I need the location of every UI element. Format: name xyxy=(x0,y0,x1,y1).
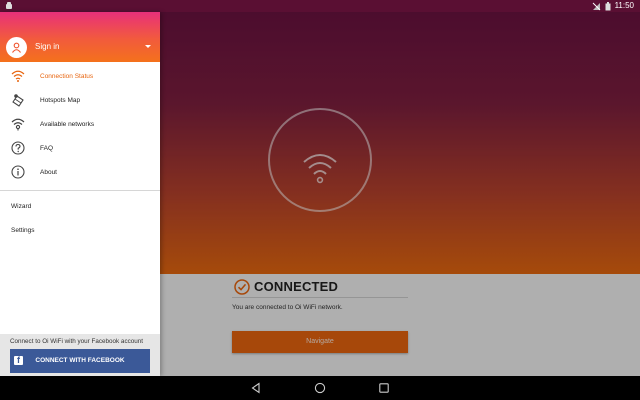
menu-item-label: About xyxy=(40,168,57,176)
caret-down-icon[interactable] xyxy=(145,45,151,48)
status-bar: 11:50 xyxy=(0,0,640,12)
menu-item-label: Hotspots Map xyxy=(40,96,81,104)
menu-item-hotspots-map[interactable]: Hotspots Map xyxy=(0,88,160,112)
map-icon xyxy=(12,94,24,107)
back-icon[interactable] xyxy=(250,382,262,394)
drawer-scrim[interactable] xyxy=(160,12,640,376)
drawer-menu: Connection Status Hotspots Map Available… xyxy=(0,64,160,184)
drawer-divider xyxy=(0,190,160,191)
menu-item-faq[interactable]: FAQ xyxy=(0,136,160,160)
sign-in-label[interactable]: Sign in xyxy=(35,42,59,51)
user-icon xyxy=(12,42,21,53)
menu-item-label: Wizard xyxy=(11,202,32,210)
navigation-drawer: Sign in Connection Status Hotspots Map A… xyxy=(0,12,160,376)
menu-item-wizard[interactable]: Wizard xyxy=(0,194,160,218)
help-icon xyxy=(11,141,25,155)
recents-icon[interactable] xyxy=(378,382,390,394)
menu-item-label: FAQ xyxy=(40,144,54,152)
menu-item-available-networks[interactable]: Available networks xyxy=(0,112,160,136)
wifi-icon xyxy=(11,70,25,82)
facebook-icon: f xyxy=(14,355,23,365)
drawer-secondary-menu: Wizard Settings xyxy=(0,194,160,242)
clock: 11:50 xyxy=(614,1,634,10)
android-notification-icon xyxy=(6,2,12,9)
menu-item-label: Connection Status xyxy=(40,72,94,80)
facebook-button-label: CONNECT WITH FACEBOOK xyxy=(35,357,125,364)
menu-item-label: Settings xyxy=(11,226,35,234)
home-icon[interactable] xyxy=(314,382,326,394)
system-navigation-bar xyxy=(0,376,640,400)
battery-icon xyxy=(605,1,611,10)
info-icon xyxy=(11,165,25,179)
menu-item-connection-status[interactable]: Connection Status xyxy=(0,64,160,88)
facebook-connect-area: Connect to Oi WiFi with your Facebook ac… xyxy=(0,334,160,376)
menu-item-settings[interactable]: Settings xyxy=(0,218,160,242)
avatar xyxy=(6,37,27,58)
menu-item-label: Available networks xyxy=(40,120,95,128)
wifi-signal-icon xyxy=(11,118,25,131)
drawer-header[interactable]: Sign in xyxy=(0,12,160,62)
connect-with-facebook-button[interactable]: f CONNECT WITH FACEBOOK xyxy=(10,349,150,373)
signal-off-icon xyxy=(592,2,600,10)
menu-item-about[interactable]: About xyxy=(0,160,160,184)
facebook-caption: Connect to Oi WiFi with your Facebook ac… xyxy=(10,338,143,345)
